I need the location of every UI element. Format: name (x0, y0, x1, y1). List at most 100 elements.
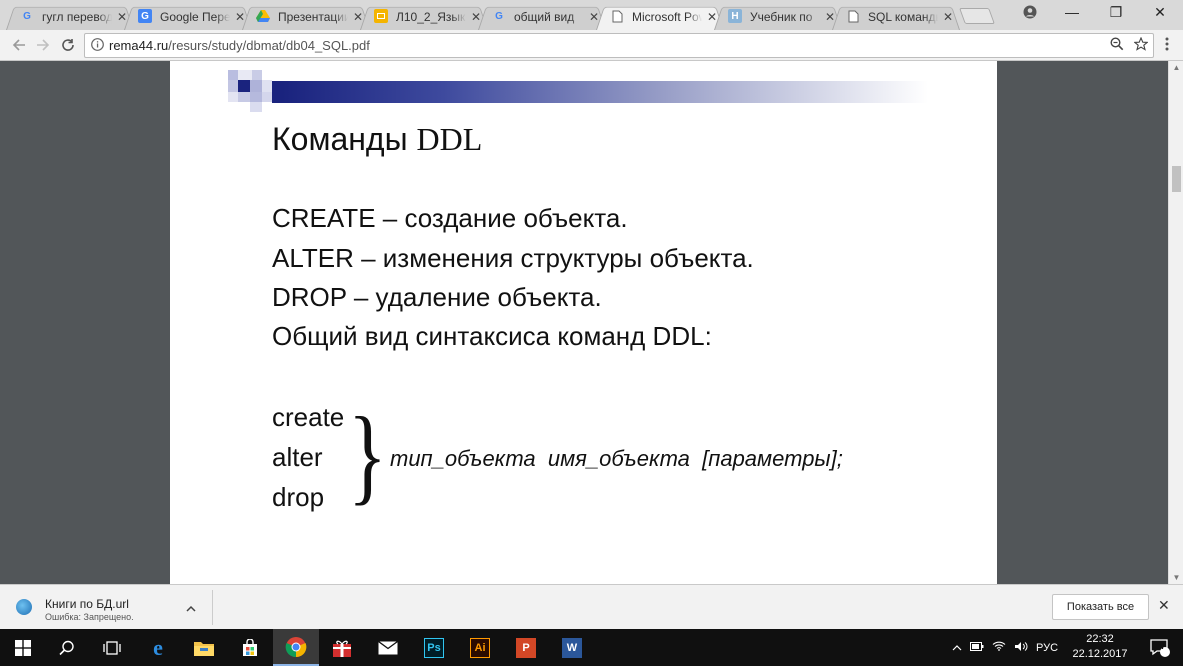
scroll-down-arrow-icon[interactable]: ▼ (1169, 573, 1183, 582)
clock[interactable]: 22:32 22.12.2017 (1068, 632, 1132, 662)
close-tab-icon[interactable]: ✕ (234, 10, 246, 24)
web-link-icon (16, 599, 32, 615)
browser-tab[interactable]: G общий вид ✕ (478, 3, 606, 30)
powerpoint-button[interactable]: P (503, 629, 549, 666)
screen: G гугл перевод ✕ G Google Переводчик ✕ П… (0, 0, 1183, 666)
back-button[interactable] (8, 34, 30, 56)
reload-button[interactable] (57, 34, 79, 56)
tab-title: Microsoft PowerPoint (632, 9, 702, 24)
menu-icon[interactable] (1158, 37, 1176, 55)
show-hidden-icons-chevron-icon[interactable] (948, 642, 966, 654)
tab-title: Google Переводчик (160, 9, 230, 24)
search-button[interactable] (44, 629, 90, 666)
photoshop-button[interactable]: Ps (411, 629, 457, 666)
task-view-button[interactable] (89, 629, 135, 666)
forward-button[interactable] (32, 34, 54, 56)
slide-line: Общий вид синтаксиса команд DDL: (272, 321, 712, 351)
tab-title: Л10_2_Языки (396, 9, 466, 24)
new-tab-button[interactable] (959, 8, 995, 24)
close-tab-icon[interactable]: ✕ (824, 10, 836, 24)
slide-line: DROP – удаление объекта. (272, 282, 602, 312)
close-tab-icon[interactable]: ✕ (706, 10, 718, 24)
download-bar: Книги по БД.url Ошибка: Запрещено. Показ… (0, 584, 1183, 629)
file-explorer-button[interactable] (181, 629, 227, 666)
scroll-up-arrow-icon[interactable]: ▲ (1169, 63, 1183, 72)
back-arrow-icon (12, 39, 25, 51)
close-tab-icon[interactable]: ✕ (470, 10, 482, 24)
profile-icon[interactable] (1010, 0, 1050, 24)
vertical-scrollbar[interactable]: ▲ ▼ (1168, 61, 1183, 584)
gift-app-button[interactable] (319, 629, 365, 666)
close-download-bar-button[interactable]: ✕ (1158, 597, 1170, 614)
browser-tab[interactable]: Презентации Google ✕ (242, 3, 370, 30)
url-text: rema44.ru/resurs/study/dbmat/db04_SQL.pd… (109, 38, 1105, 53)
minimize-button[interactable]: — (1052, 0, 1092, 24)
h-letter-icon: H (728, 9, 742, 23)
show-all-button[interactable]: Показать все (1052, 594, 1149, 620)
clock-date: 22.12.2017 (1072, 648, 1128, 660)
browser-tab[interactable]: H Учебник по ✕ (714, 3, 842, 30)
google-icon: G (23, 10, 31, 22)
restore-button[interactable]: ❐ (1096, 0, 1136, 24)
browser-tab-active[interactable]: Microsoft PowerPoint ✕ (596, 3, 724, 30)
action-center-button[interactable]: 7 (1137, 629, 1183, 666)
download-file-name: Книги по БД.url (45, 597, 129, 611)
mail-icon (378, 640, 398, 654)
bookmark-star-icon[interactable] (1129, 36, 1153, 54)
slide-title-cyrillic: Команды (272, 121, 408, 157)
system-tray: РУС (948, 629, 1058, 666)
edge-button[interactable]: e (135, 629, 181, 666)
word-button[interactable]: W (549, 629, 595, 666)
close-tab-icon[interactable]: ✕ (352, 10, 364, 24)
address-bar[interactable]: rema44.ru/resurs/study/dbmat/db04_SQL.pd… (84, 33, 1154, 58)
notification-count: 7 (1160, 641, 1166, 651)
illustrator-button[interactable]: Ai (457, 629, 503, 666)
battery-icon[interactable] (966, 641, 988, 654)
syntax-template: тип_объекта имя_объекта [параметры]; (390, 446, 843, 471)
wifi-icon[interactable] (988, 641, 1010, 654)
close-window-button[interactable]: ✕ (1140, 0, 1180, 24)
slide-line: CREATE – создание объекта. (272, 203, 628, 233)
slide-title-latin: DDL (416, 121, 483, 157)
download-item[interactable]: Книги по БД.url Ошибка: Запрещено. (10, 591, 210, 624)
info-icon[interactable] (85, 37, 109, 54)
slide-line: ALTER – изменения структуры объекта. (272, 243, 754, 273)
browser-tab[interactable]: SQL команды ✕ (832, 3, 960, 30)
chrome-button[interactable] (273, 629, 319, 666)
tab-title: общий вид (514, 9, 575, 24)
document-icon (846, 9, 860, 23)
close-tab-icon[interactable]: ✕ (588, 10, 600, 24)
url-path: /resurs/study/dbmat/db04_SQL.pdf (168, 38, 370, 53)
command-create: create (272, 402, 345, 432)
chevron-up-icon[interactable] (186, 601, 196, 615)
input-language[interactable]: РУС (1036, 642, 1058, 654)
command-alter: alter (272, 442, 323, 472)
google-slides-icon (374, 9, 388, 23)
search-icon (59, 640, 74, 655)
windows-taskbar: e Ps Ai P W РУС 22:32 22.12.2017 7 (0, 629, 1183, 666)
reload-icon (62, 39, 74, 51)
browser-tab[interactable]: G гугл перевод ✕ (6, 3, 134, 30)
download-status: Ошибка: Запрещено. (45, 612, 134, 622)
browser-toolbar: rema44.ru/resurs/study/dbmat/db04_SQL.pd… (0, 30, 1183, 61)
curly-brace: } (348, 396, 387, 515)
mail-button[interactable] (365, 629, 411, 666)
zoom-icon[interactable] (1105, 37, 1129, 54)
tab-title: Учебник по (750, 9, 813, 24)
close-tab-icon[interactable]: ✕ (942, 10, 954, 24)
tab-title: Презентации Google (278, 9, 348, 24)
url-host: rema44.ru (109, 38, 169, 53)
start-button[interactable] (0, 629, 46, 666)
browser-tab[interactable]: Л10_2_Языки ✕ (360, 3, 488, 30)
scrollbar-thumb[interactable] (1172, 166, 1181, 192)
google-translate-icon: G (138, 9, 152, 23)
tab-strip: G гугл перевод ✕ G Google Переводчик ✕ П… (0, 0, 1183, 30)
windows-logo-icon (15, 639, 31, 656)
edge-icon: e (153, 634, 163, 660)
slide-title: Команды DDL (272, 121, 482, 158)
browser-tab[interactable]: G Google Переводчик ✕ (124, 3, 252, 30)
close-tab-icon[interactable]: ✕ (116, 10, 128, 24)
document-icon (610, 9, 624, 23)
volume-icon[interactable] (1010, 641, 1032, 655)
store-button[interactable] (227, 629, 273, 666)
